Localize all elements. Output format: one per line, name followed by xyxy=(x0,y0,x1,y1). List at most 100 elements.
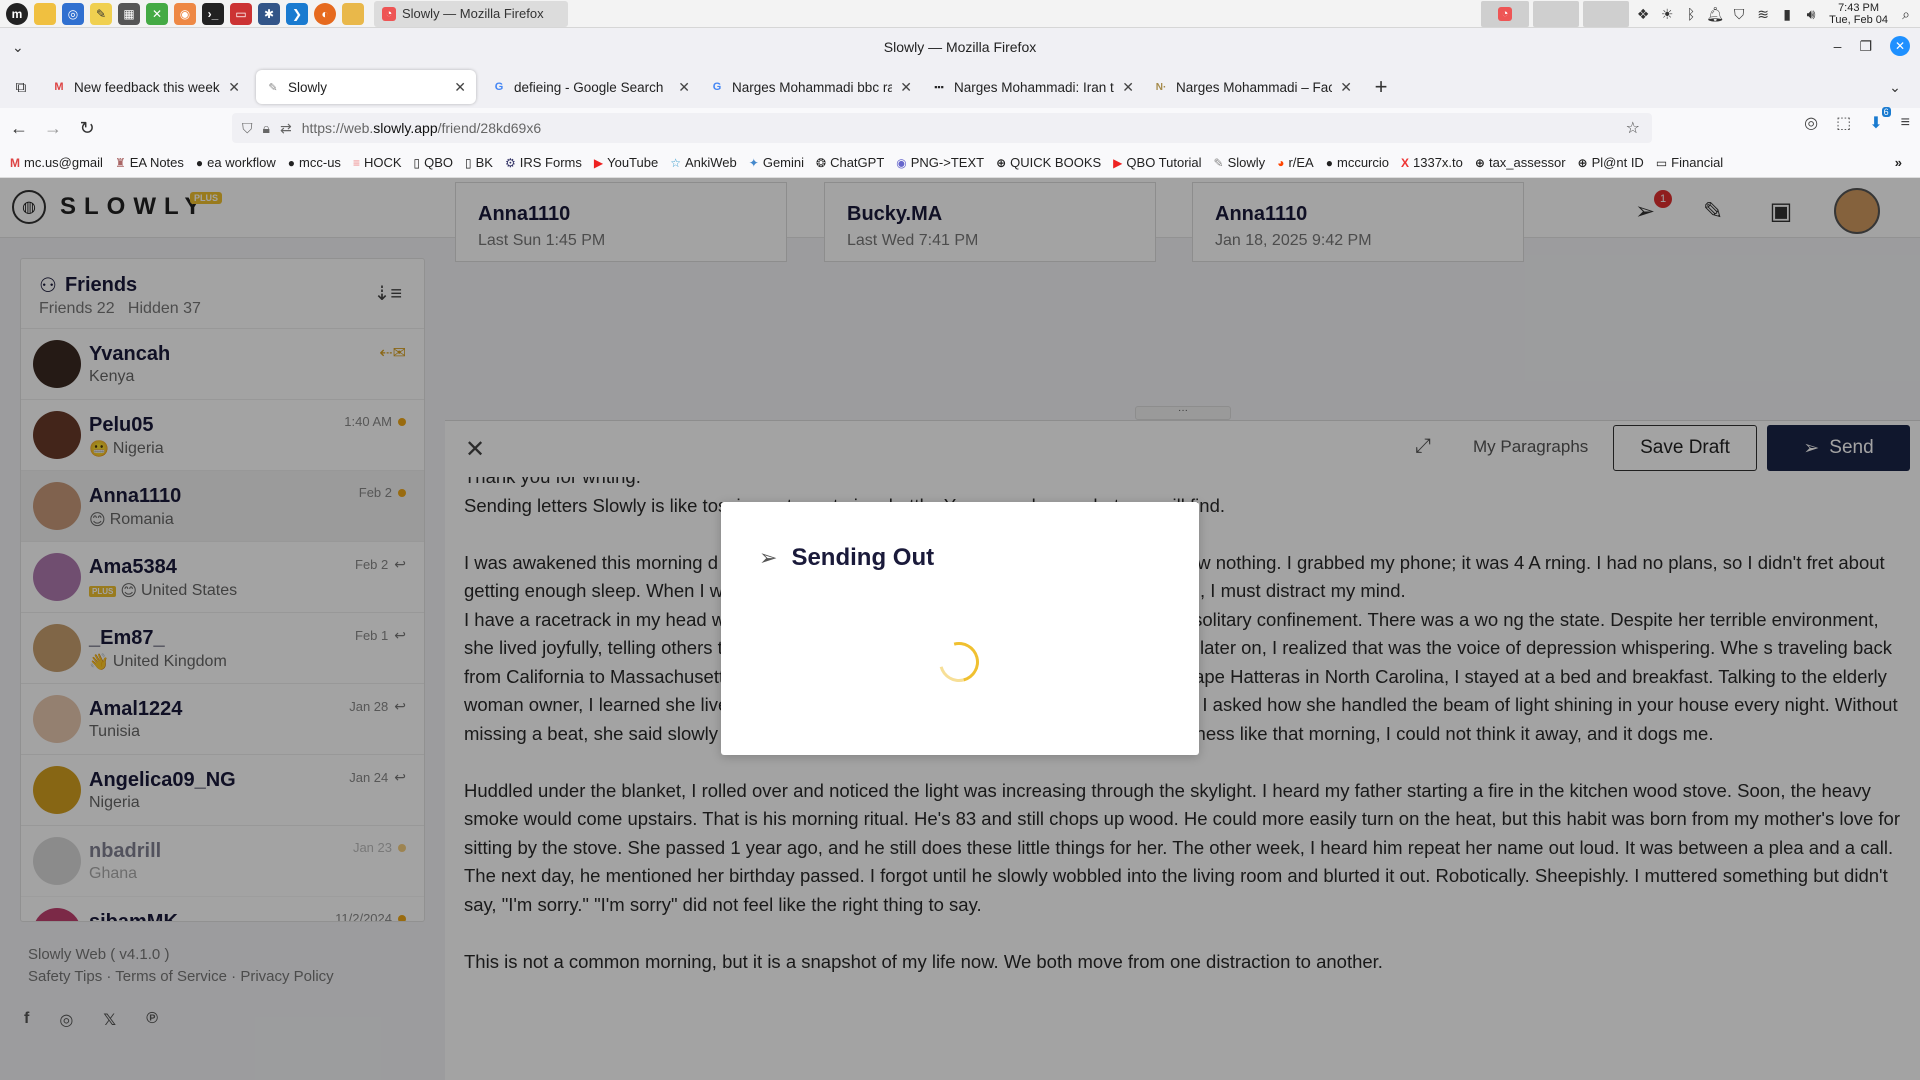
book-app-icon[interactable]: ▭ xyxy=(230,2,252,25)
slowly-icon: ✎ xyxy=(268,81,278,94)
bookmark-item[interactable]: ✎ Slowly xyxy=(1214,155,1266,170)
shield-icon[interactable]: ⛉ xyxy=(1729,4,1749,24)
bookmark-item[interactable]: ▶ YouTube xyxy=(594,155,658,170)
dialog-title: Sending Out xyxy=(791,544,935,571)
tab-google-search[interactable]: G defieing - Google Search ✕ xyxy=(482,70,700,104)
downloads-icon[interactable]: ⬇ 6 xyxy=(1869,107,1891,133)
list-tabs-icon[interactable]: ⌄ xyxy=(1880,72,1910,102)
firefox-app-icon[interactable]: ◐ xyxy=(314,2,336,25)
editor-app-icon[interactable]: ✎ xyxy=(90,2,112,25)
start-menu-icon[interactable]: m xyxy=(6,2,28,25)
tab-gmail[interactable]: M New feedback this week for ✕ xyxy=(42,70,250,104)
url-bar[interactable]: ⛉ 🔒︎ ⇄ https://web.slowly.app/friend/28k… xyxy=(232,113,1652,143)
bookmark-item[interactable]: ▯ BK xyxy=(465,155,493,170)
vscode-app-icon[interactable]: ❯ xyxy=(286,2,308,25)
tab-close-icon[interactable]: ✕ xyxy=(228,79,240,96)
bookmark-label: HOCK xyxy=(363,155,402,170)
wifi-icon[interactable]: ≋ xyxy=(1753,4,1773,24)
terminal-app-icon[interactable]: ›_ xyxy=(202,2,224,25)
bookmark-item[interactable]: ● mccurcio xyxy=(1326,155,1389,170)
tab-close-icon[interactable]: ✕ xyxy=(1340,79,1352,96)
files-app-icon[interactable] xyxy=(34,2,56,25)
minimize-icon[interactable]: – xyxy=(1834,38,1842,54)
back-icon[interactable]: ← xyxy=(4,113,34,143)
bookmark-item[interactable]: ▭ Financial xyxy=(1656,155,1723,170)
bookmark-item[interactable]: ◕ r/EA xyxy=(1277,155,1314,170)
search-icon[interactable]: ⌕ xyxy=(1896,4,1916,24)
chevron-down-icon[interactable]: ⌄ xyxy=(12,39,24,56)
bookmark-item[interactable]: ⊕ Pl@nt ID xyxy=(1578,155,1644,170)
extension-icon[interactable]: ◎ xyxy=(1804,113,1818,133)
bookmark-item[interactable]: ◉ PNG->TEXT xyxy=(896,155,984,170)
tool-app-icon[interactable]: ✕ xyxy=(146,2,168,25)
dropbox-icon[interactable]: ❖ xyxy=(1633,4,1653,24)
bookmark-item[interactable]: Mmc.us@gmail xyxy=(10,155,103,170)
star-icon[interactable]: ☆ xyxy=(1626,118,1640,138)
reload-icon[interactable]: ↻ xyxy=(72,113,102,143)
maximize-icon[interactable]: ❐ xyxy=(1859,38,1872,55)
os-taskbar: m ◎ ✎ ▦ ✕ ◉ ›_ ▭ ✱ ❯ ◐ ◔ Slowly — Mozill… xyxy=(0,0,1920,28)
reddit-icon: ◕ xyxy=(1277,155,1285,170)
tab-label: Narges Mohammadi bbc rad xyxy=(732,79,893,95)
extensions-puzzle-icon[interactable]: ⬚ xyxy=(1836,113,1851,133)
close-icon[interactable]: ✕ xyxy=(1890,36,1910,56)
bookmark-item[interactable]: ⊕ QUICK BOOKS xyxy=(996,155,1101,170)
bookmark-item[interactable]: ● ea workflow xyxy=(196,155,276,170)
volume-icon[interactable]: 🔊︎ xyxy=(1801,4,1821,24)
bookmark-label: Financial xyxy=(1671,155,1724,170)
bookmark-item[interactable]: ❂ ChatGPT xyxy=(816,155,884,170)
bookmark-item[interactable]: ▯ QBO xyxy=(414,155,454,170)
tab-nobel[interactable]: N· Narges Mohammadi – Facts ✕ xyxy=(1144,70,1362,104)
slowly-icon: ✎ xyxy=(1213,155,1224,170)
tab-close-icon[interactable]: ✕ xyxy=(1122,79,1134,96)
bookmark-item[interactable]: ≡ HOCK xyxy=(353,155,402,170)
clock[interactable]: 7:43 PM Tue, Feb 04 xyxy=(1829,2,1888,26)
bookmark-item[interactable]: ✦ Gemini xyxy=(749,155,804,170)
forward-icon[interactable]: → xyxy=(38,113,68,143)
loading-spinner-icon xyxy=(931,634,987,690)
tab-slowly[interactable]: ✎ Slowly ✕ xyxy=(256,70,476,104)
tab-bbc-search[interactable]: G Narges Mohammadi bbc rad ✕ xyxy=(700,70,922,104)
tab-close-icon[interactable]: ✕ xyxy=(900,79,912,96)
tab-label: defieing - Google Search xyxy=(514,79,664,95)
circle-icon: ◉ xyxy=(896,155,907,170)
calculator-app-icon[interactable]: ▦ xyxy=(118,2,140,25)
bookmark-item[interactable]: X 1337x.to xyxy=(1401,155,1463,170)
taskbar-active-window[interactable]: ◔ Slowly — Mozilla Firefox xyxy=(374,0,568,27)
workspace-2[interactable] xyxy=(1533,1,1580,27)
lock-icon[interactable]: 🔒︎ xyxy=(263,120,270,137)
permissions-icon[interactable]: ⇄ xyxy=(280,120,292,137)
folder-app-icon[interactable] xyxy=(342,2,364,25)
bookmark-item[interactable]: ● mcc-us xyxy=(288,155,341,170)
bookmark-label: BK xyxy=(475,155,493,170)
bookmark-item[interactable]: ☆ AnkiWeb xyxy=(670,155,737,170)
tab-bbc[interactable]: ▪▪▪ Narges Mohammadi: Iran te ✕ xyxy=(922,70,1144,104)
new-tab-button[interactable]: + xyxy=(1366,72,1396,102)
menu-icon[interactable]: ≡ xyxy=(1901,114,1910,132)
tab-overview-icon[interactable]: ⧉ xyxy=(6,72,36,102)
google-icon: G xyxy=(712,81,722,93)
bookmark-item[interactable]: ⚙ IRS Forms xyxy=(505,155,582,170)
chrome-app-icon[interactable]: ◉ xyxy=(174,2,196,25)
shield-icon[interactable]: ⛉ xyxy=(242,120,253,137)
tab-close-icon[interactable]: ✕ xyxy=(454,79,466,96)
bookmarks-bar: Mmc.us@gmail ♜ EA Notes ● ea workflow ● mcc… xyxy=(0,148,1920,178)
camera-app-icon[interactable]: ◎ xyxy=(62,2,84,25)
bookmark-label: IRS Forms xyxy=(519,155,582,170)
bell-icon[interactable]: 🔔︎ xyxy=(1705,4,1725,24)
bookmark-label: Pl@nt ID xyxy=(1591,155,1644,170)
app-icon[interactable]: ✱ xyxy=(258,2,280,25)
window-title: Slowly — Mozilla Firefox xyxy=(883,39,1037,55)
bookmark-item[interactable]: ⊕ tax_assessor xyxy=(1475,155,1566,170)
workspace-1[interactable]: ◔ xyxy=(1481,1,1530,27)
bluetooth-icon[interactable]: ᛒ xyxy=(1681,4,1701,24)
more-bookmarks-icon[interactable]: » xyxy=(1895,155,1902,170)
workspace-3[interactable] xyxy=(1583,1,1630,27)
bookmark-item[interactable]: ▶ QBO Tutorial xyxy=(1113,155,1201,170)
folder-icon: ▭ xyxy=(1655,155,1668,170)
weather-icon[interactable]: ☀ xyxy=(1657,4,1677,24)
bookmark-label: 1337x.to xyxy=(1413,155,1463,170)
tab-close-icon[interactable]: ✕ xyxy=(678,79,690,96)
bookmark-item[interactable]: ♜ EA Notes xyxy=(115,155,184,170)
battery-icon[interactable]: ▮ xyxy=(1777,4,1797,24)
